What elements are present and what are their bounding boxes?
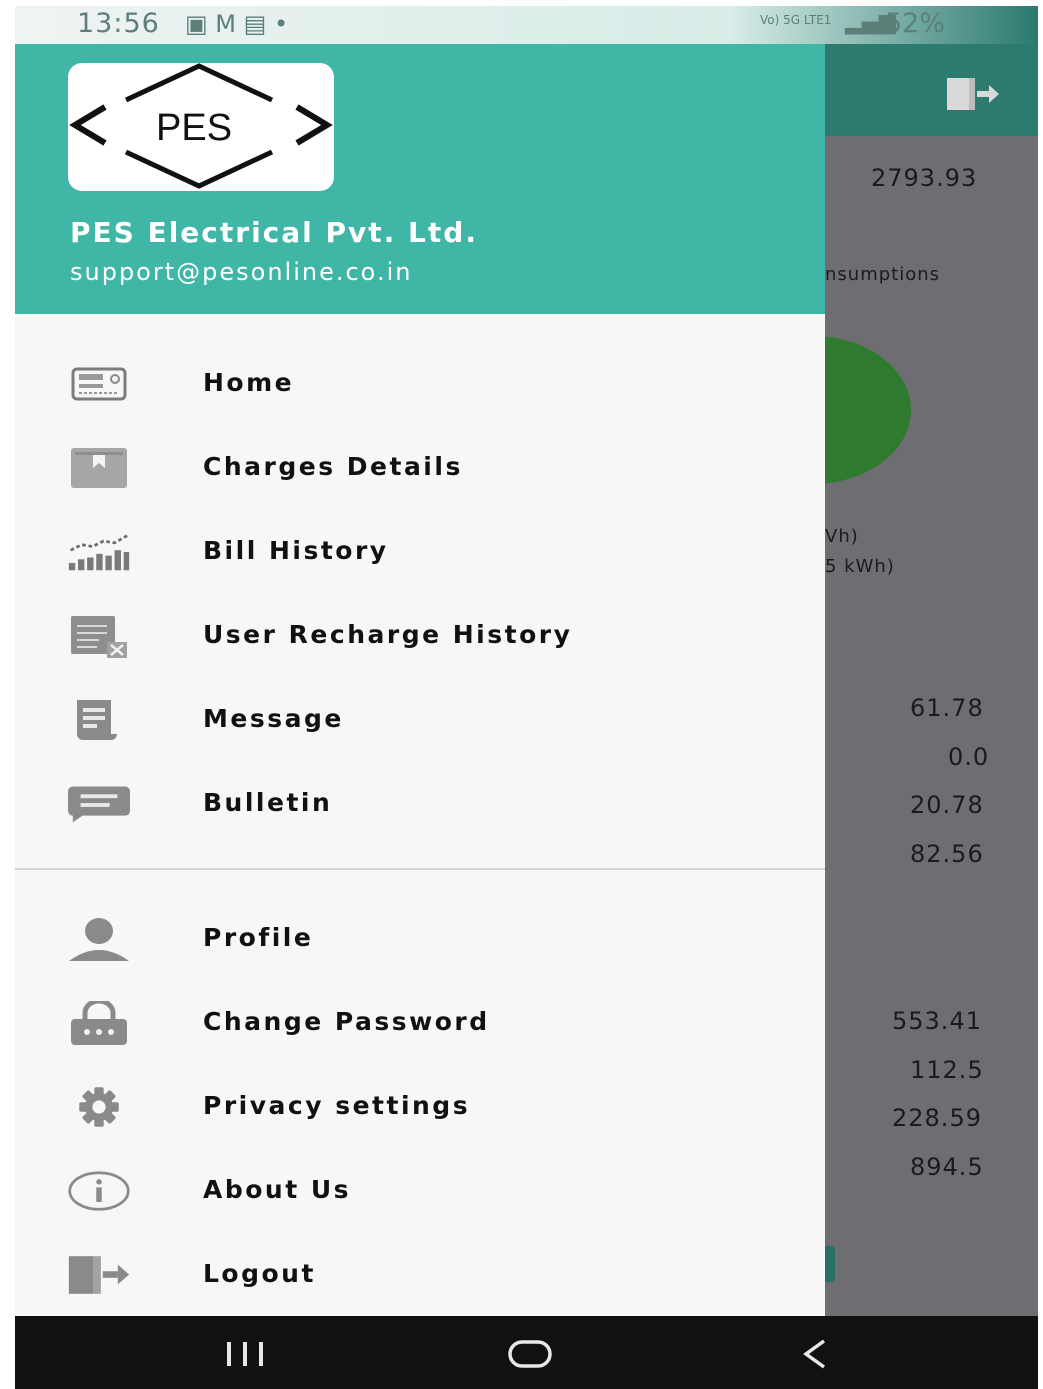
info-icon	[67, 1165, 131, 1217]
network-indicator: Vo) 5G LTE1	[760, 13, 832, 27]
menu-label: About Us	[203, 1175, 352, 1204]
consumptions-label: nsumptions	[825, 264, 941, 285]
meter-icon	[67, 358, 131, 410]
menu-item-user-recharge-history[interactable]: User Recharge History	[15, 596, 825, 676]
logout-icon[interactable]	[945, 76, 1001, 112]
bookmark-book-icon	[67, 442, 131, 494]
value-row: 20.78	[910, 791, 984, 819]
menu-label: Bill History	[203, 536, 389, 565]
menu-label: Change Password	[203, 1007, 490, 1036]
legend-label-2: 5 kWh)	[825, 556, 895, 577]
menu-label: User Recharge History	[203, 620, 573, 649]
back-icon[interactable]	[795, 1334, 835, 1374]
menu-divider	[15, 868, 825, 870]
status-bar: 13:56 ▣ M ▤ • Vo) 5G LTE1 ▂▄▆ 52%	[15, 6, 1038, 44]
menu-label: Privacy settings	[203, 1091, 471, 1120]
gear-icon	[67, 1081, 131, 1133]
lock-icon	[67, 997, 131, 1049]
logout-icon	[67, 1249, 131, 1301]
drawer-header: PES PES Electrical Pvt. Ltd. support@pes…	[15, 44, 825, 314]
menu-label: Charges Details	[203, 452, 463, 481]
menu-item-message[interactable]: Message	[15, 680, 825, 760]
chart-history-icon	[67, 526, 131, 578]
person-icon	[67, 913, 131, 965]
list-cancel-icon	[67, 610, 131, 662]
menu-item-logout[interactable]: Logout	[15, 1235, 825, 1315]
value-row: 0.0	[948, 743, 990, 771]
logo-text: PES	[156, 107, 233, 149]
system-navigation-bar	[15, 1316, 1038, 1389]
menu-label: Logout	[203, 1259, 316, 1288]
phone-screen: 13:56 ▣ M ▤ • Vo) 5G LTE1 ▂▄▆ 52% 2793.9…	[15, 6, 1038, 1389]
menu-label: Home	[203, 368, 295, 397]
chat-bubble-icon	[67, 778, 131, 830]
navigation-drawer: PES PES Electrical Pvt. Ltd. support@pes…	[15, 44, 825, 1316]
status-time: 13:56	[77, 8, 160, 39]
value-row: 894.5	[910, 1153, 984, 1181]
menu-item-about-us[interactable]: About Us	[15, 1151, 825, 1231]
receipt-icon	[67, 694, 131, 746]
menu-label: Message	[203, 704, 344, 733]
notification-icons: ▣ M ▤ •	[185, 10, 289, 38]
menu-label: Profile	[203, 923, 314, 952]
value-row: 553.41	[892, 1007, 982, 1035]
value-row: 112.5	[910, 1056, 984, 1084]
menu-item-bill-history[interactable]: Bill History	[15, 512, 825, 592]
value-row: 61.78	[910, 694, 984, 722]
menu-item-profile[interactable]: Profile	[15, 899, 825, 979]
menu-item-home[interactable]: Home	[15, 344, 825, 424]
menu-item-charges-details[interactable]: Charges Details	[15, 428, 825, 508]
menu-item-bulletin[interactable]: Bulletin	[15, 764, 825, 844]
company-logo: PES	[68, 63, 334, 191]
legend-label-1: Vh)	[825, 526, 859, 547]
value-row: 228.59	[892, 1104, 982, 1132]
total-value: 2793.93	[871, 164, 978, 192]
recents-icon[interactable]	[215, 1334, 275, 1374]
battery-level: 52%	[885, 8, 946, 39]
company-email: support@pesonline.co.in	[70, 258, 413, 286]
value-row: 82.56	[910, 840, 984, 868]
menu-item-change-password[interactable]: Change Password	[15, 983, 825, 1063]
menu-item-privacy-settings[interactable]: Privacy settings	[15, 1067, 825, 1147]
home-circle-icon[interactable]	[500, 1334, 560, 1374]
menu-label: Bulletin	[203, 788, 333, 817]
company-name: PES Electrical Pvt. Ltd.	[70, 216, 478, 249]
